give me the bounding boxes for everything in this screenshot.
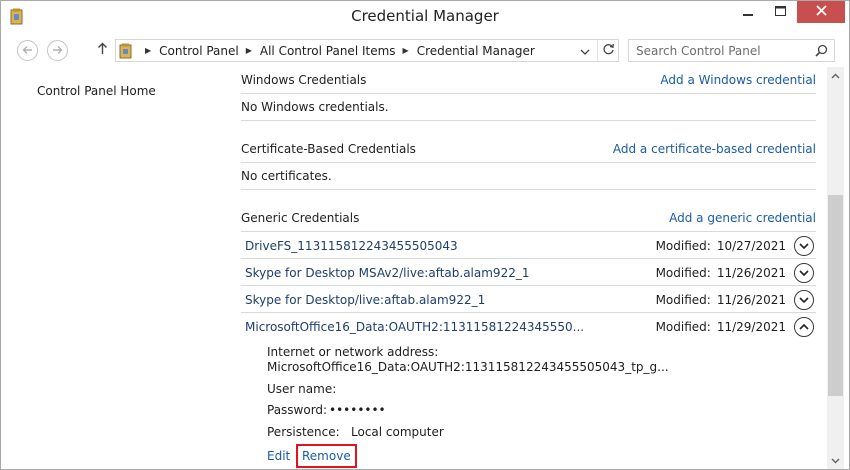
address-dropdown-button[interactable] (575, 40, 595, 61)
scroll-up-button[interactable] (827, 67, 844, 84)
generic-credentials-header: Generic Credentials Add a generic creden… (241, 205, 816, 231)
chevron-down-icon (799, 243, 809, 249)
scrollbar-thumb[interactable] (828, 195, 843, 396)
search-placeholder: Search Control Panel (636, 44, 761, 58)
remove-link[interactable]: Remove (296, 444, 357, 468)
divider (241, 189, 816, 190)
divider (241, 162, 816, 163)
window-title: Credential Manager (351, 7, 499, 25)
expand-button[interactable] (794, 263, 814, 283)
modified-date: 11/26/2021 (716, 266, 786, 280)
breadcrumb-control-panel[interactable]: Control Panel (159, 44, 239, 58)
chevron-down-icon (799, 270, 809, 276)
search-input[interactable]: Search Control Panel (628, 39, 835, 62)
breadcrumb-all-items[interactable]: All Control Panel Items (260, 44, 396, 58)
add-windows-credential-link[interactable]: Add a Windows credential (660, 73, 816, 87)
control-panel-home-link[interactable]: Control Panel Home (37, 84, 156, 98)
address-label: Internet or network address: (267, 345, 439, 359)
chevron-right-icon[interactable]: ▶ (403, 46, 409, 55)
windows-credentials-header: Windows Credentials Add a Windows creden… (241, 67, 816, 93)
vertical-scrollbar[interactable] (827, 67, 844, 469)
expand-button[interactable] (794, 236, 814, 256)
password-label: Password: (267, 403, 328, 417)
left-pane: Control Panel Home (1, 67, 221, 469)
add-certificate-credential-link[interactable]: Add a certificate-based credential (613, 142, 816, 156)
modified-date: 11/29/2021 (716, 320, 786, 334)
no-certificates-text: No certificates. (241, 169, 332, 183)
chevron-down-icon (799, 297, 809, 303)
persistence-label: Persistence: (267, 425, 340, 439)
up-arrow-icon (97, 42, 108, 58)
certificate-credentials-title: Certificate-Based Credentials (241, 142, 416, 156)
credential-row[interactable]: Skype for Desktop MSAv2/live:aftab.alam9… (241, 259, 816, 286)
persistence-value: Local computer (351, 425, 444, 439)
navigation-bar: ▶ Control Panel ▶ All Control Panel Item… (1, 33, 849, 67)
generic-credentials-title: Generic Credentials (241, 211, 360, 225)
back-arrow-icon (22, 44, 33, 58)
chevron-right-icon[interactable]: ▶ (246, 46, 252, 55)
collapse-button[interactable] (794, 317, 814, 337)
username-label: User name: (267, 382, 337, 396)
modified-date: 11/26/2021 (716, 293, 786, 307)
chevron-down-icon (580, 44, 590, 58)
modified-label: Modified: (655, 293, 711, 307)
modified-label: Modified: (655, 266, 711, 280)
scroll-down-button[interactable] (827, 452, 844, 469)
forward-arrow-icon (52, 44, 63, 58)
add-generic-credential-link[interactable]: Add a generic credential (669, 211, 816, 225)
credential-name[interactable]: Skype for Desktop/live:aftab.alam922_1 (245, 293, 485, 307)
chevron-up-icon (799, 324, 809, 330)
refresh-icon (602, 43, 615, 59)
chevron-up-icon (831, 73, 840, 78)
close-button[interactable] (797, 1, 845, 23)
minimize-icon (743, 5, 753, 19)
credential-row[interactable]: DriveFS_113115812243455505043 Modified: 1… (241, 232, 816, 259)
credential-modified: Modified: 11/29/2021 (656, 320, 786, 334)
refresh-button[interactable] (597, 40, 618, 61)
search-icon[interactable] (815, 44, 828, 57)
maximize-button[interactable] (765, 1, 795, 23)
credential-name[interactable]: DriveFS_113115812243455505043 (245, 239, 458, 253)
no-windows-credentials-text: No Windows credentials. (241, 100, 389, 114)
chevron-right-icon[interactable]: ▶ (145, 46, 151, 55)
credential-modified: Modified: 10/27/2021 (656, 239, 786, 253)
breadcrumb: ▶ Control Panel ▶ All Control Panel Item… (138, 40, 535, 61)
windows-credentials-title: Windows Credentials (241, 73, 367, 87)
credential-name[interactable]: MicrosoftOffice16_Data:OAUTH2:1131158122… (245, 320, 584, 334)
credentials-pane: Windows Credentials Add a Windows creden… (229, 67, 827, 469)
expand-button[interactable] (794, 290, 814, 310)
up-button[interactable] (94, 41, 110, 59)
credential-modified: Modified: 11/26/2021 (656, 293, 786, 307)
chevron-down-icon (831, 458, 840, 463)
divider (241, 93, 816, 94)
credential-name[interactable]: Skype for Desktop MSAv2/live:aftab.alam9… (245, 266, 529, 280)
certificate-credentials-header: Certificate-Based Credentials Add a cert… (241, 136, 816, 162)
control-panel-icon (119, 43, 133, 59)
back-button[interactable] (17, 40, 38, 61)
modified-label: Modified: (655, 320, 711, 334)
modified-label: Modified: (655, 239, 711, 253)
edit-link[interactable]: Edit (267, 449, 290, 463)
modified-date: 10/27/2021 (716, 239, 786, 253)
breadcrumb-credential-manager[interactable]: Credential Manager (417, 44, 535, 58)
title-bar: Credential Manager (1, 1, 849, 33)
credential-row-expanded[interactable]: MicrosoftOffice16_Data:OAUTH2:1131158122… (241, 313, 816, 340)
address-value: MicrosoftOffice16_Data:OAUTH2:1131158122… (267, 360, 669, 374)
credential-modified: Modified: 11/26/2021 (656, 266, 786, 280)
password-value: •••••••• (329, 403, 386, 417)
minimize-button[interactable] (733, 1, 763, 23)
divider (241, 120, 816, 121)
credential-manager-window: Credential Manager ▶ Control Panel ▶ All… (0, 0, 850, 470)
close-icon (815, 5, 827, 19)
forward-button[interactable] (47, 40, 68, 61)
maximize-icon (774, 5, 786, 19)
credential-row[interactable]: Skype for Desktop/live:aftab.alam922_1 M… (241, 286, 816, 313)
address-bar[interactable]: ▶ Control Panel ▶ All Control Panel Item… (115, 39, 619, 62)
